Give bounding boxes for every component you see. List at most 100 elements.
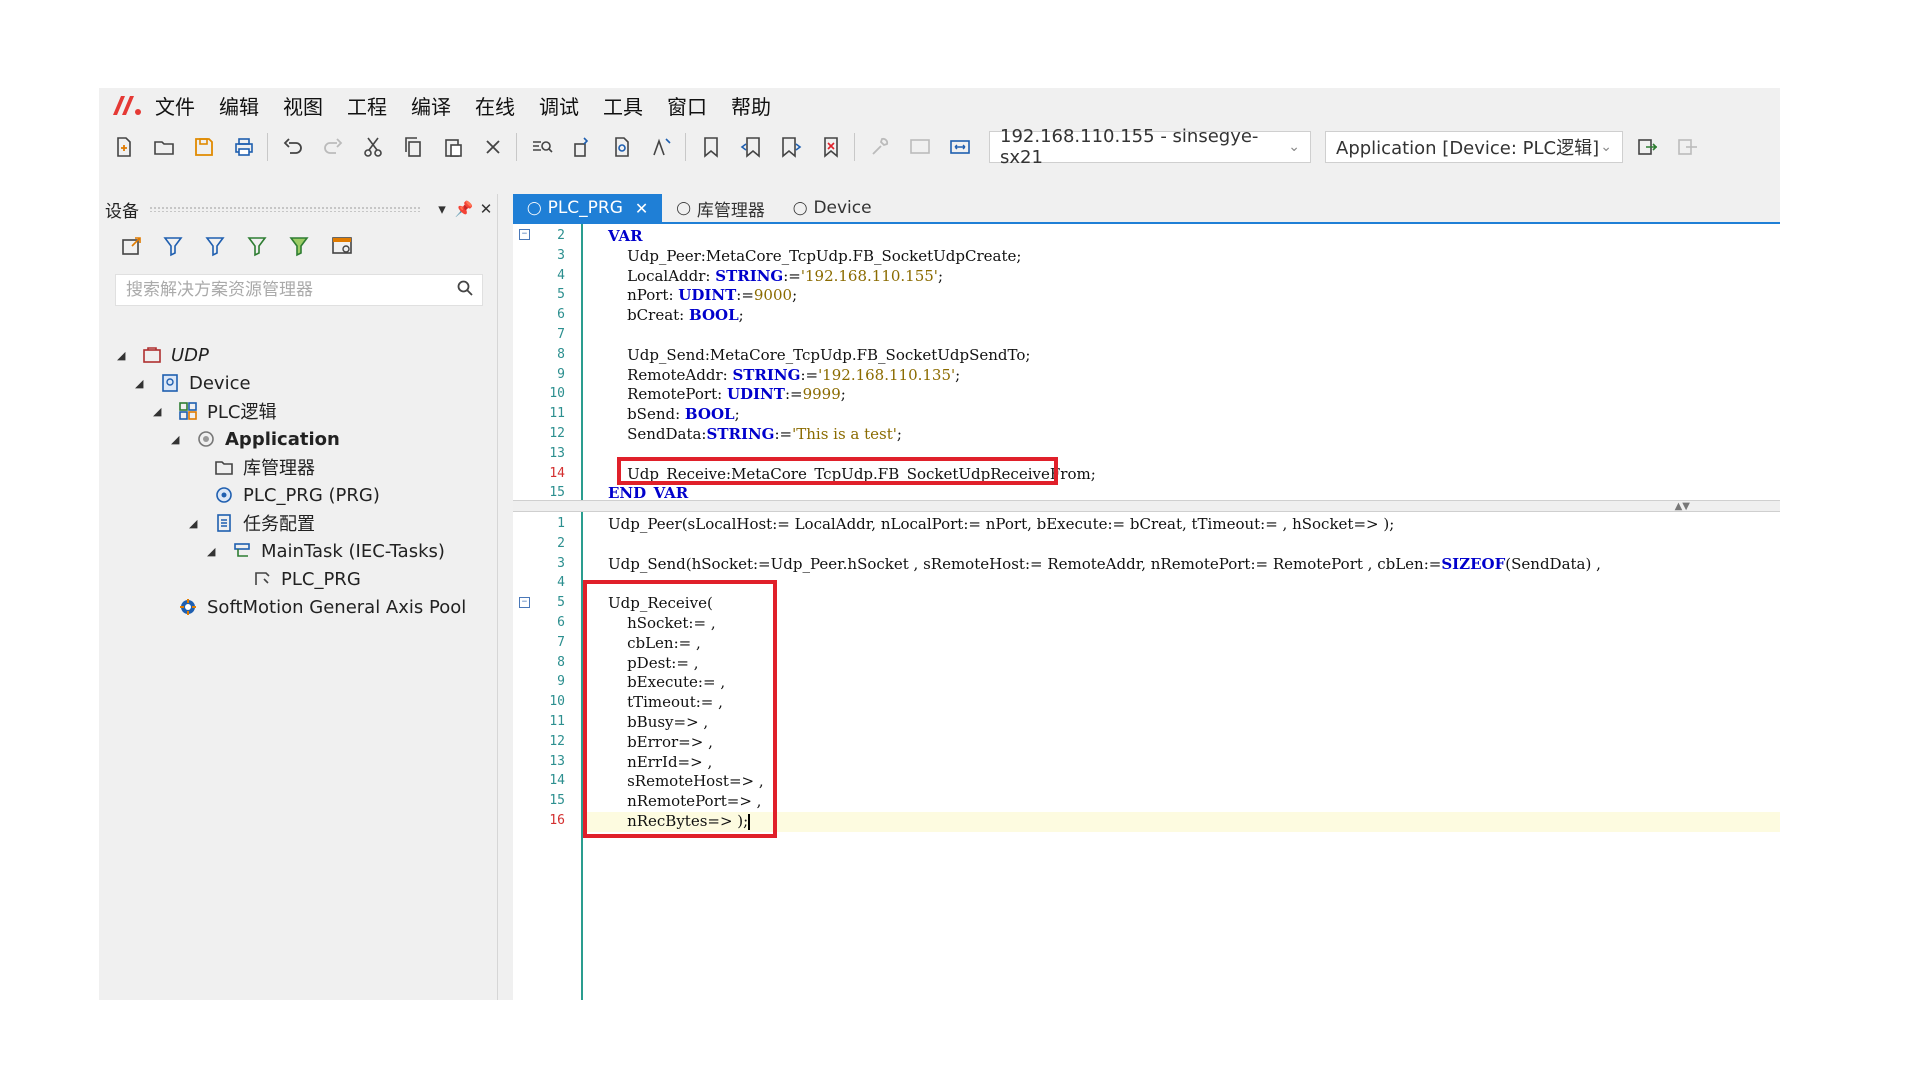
tree-item-plc-logic[interactable]: ◢ PLC逻辑 [153,396,276,426]
application-select[interactable]: Application [Device: PLC逻辑] ⌄ [1325,131,1623,163]
code-line[interactable]: SendData:STRING:='This is a test'; [608,424,902,444]
close-icon[interactable]: ✕ [475,200,497,218]
code-line[interactable]: Udp_Peer(sLocalHost:= LocalAddr, nLocalP… [608,514,1394,534]
tree-item-application[interactable]: ◢ Application [171,424,340,454]
line-number: 15 [549,793,565,809]
tree-item-task-config[interactable]: ◢ 任务配置 [189,508,315,538]
replace-text-icon[interactable] [647,132,677,162]
tree-item-plc-prg[interactable]: PLC_PRG (PRG) [213,480,380,510]
code-line[interactable]: Udp_Send:MetaCore_TcpUdp.FB_SocketUdpSen… [608,345,1030,365]
new-file-icon[interactable] [109,132,139,162]
menu-build[interactable]: 编译 [411,91,451,120]
filter-icon[interactable] [159,231,189,261]
expand-arrow-icon[interactable]: ◢ [135,377,149,390]
expand-arrow-icon[interactable]: ◢ [117,349,131,362]
find-in-doc-icon[interactable] [607,132,637,162]
tree-item-library-manager[interactable]: 库管理器 [213,452,315,482]
build-tool-icon[interactable] [865,132,895,162]
tab-library-manager[interactable]: ◯ 库管理器 [662,194,779,222]
scan-network-icon[interactable] [945,132,975,162]
menu-file[interactable]: 文件 [155,91,195,120]
filter-icon[interactable] [201,231,231,261]
tree-item-udp[interactable]: ◢ UDP [117,340,209,370]
expand-arrow-icon[interactable]: ◢ [189,517,203,530]
semicolon: ; [937,266,943,285]
code-line[interactable]: bCreat: BOOL; [608,305,744,325]
redo-icon[interactable] [318,132,348,162]
tree-item-axis-pool[interactable]: SoftMotion General Axis Pool [177,592,466,622]
pin-icon[interactable]: 📌 [453,200,475,218]
menu-debug[interactable]: 调试 [539,91,579,120]
tree-item-label: PLC逻辑 [207,402,277,423]
code-line[interactable]: nPort: UDINT:=9000; [608,285,797,305]
clear-bookmarks-icon[interactable] [816,132,846,162]
delete-icon[interactable] [478,132,508,162]
device-address-select[interactable]: 192.168.110.155 - sinsegye-sx21 ⌄ [989,126,1311,168]
expand-arrow-icon[interactable]: ◢ [207,545,221,558]
code-line[interactable]: VAR [608,226,643,246]
menu-tools[interactable]: 工具 [603,91,643,120]
menu-help[interactable]: 帮助 [731,91,771,120]
implementation-pane[interactable]: − Udp_Peer(sLocalHost:= LocalAddr, nLoca… [513,512,1780,1000]
menu-edit[interactable]: 编辑 [219,91,259,120]
device-address-value: 192.168.110.155 - sinsegye-sx21 [1000,126,1259,168]
tab-plc-prg[interactable]: ◯ PLC_PRG ✕ [513,194,663,222]
fold-toggle-icon[interactable]: − [519,229,530,240]
semicolon: ; [738,306,744,325]
tree-item-plc-prg-call[interactable]: PLC_PRG [251,564,361,594]
declaration-pane[interactable]: − VAR Udp_Peer:MetaCore_TcpUdp.FB_Socket… [513,224,1780,500]
collapse-arrows-icon[interactable]: ▲▼ [1675,501,1690,512]
code-line[interactable]: LocalAddr: STRING:='192.168.110.155'; [608,266,943,286]
code-line[interactable]: bSend: BOOL; [608,404,740,424]
code-line[interactable]: END_VAR [608,483,688,500]
tab-label: PLC_PRG [547,198,623,218]
paste-icon[interactable] [438,132,468,162]
export-icon[interactable] [117,231,147,261]
keyword: UDINT [678,286,737,305]
menu-project[interactable]: 工程 [347,91,387,120]
code-line[interactable]: RemoteAddr: STRING:='192.168.110.135'; [608,365,960,385]
pane-splitter[interactable]: ▲▼ [513,500,1780,512]
next-bookmark-icon[interactable] [776,132,806,162]
panel-grip[interactable] [149,206,421,212]
filter-icon[interactable] [285,231,315,261]
menu-view[interactable]: 视图 [283,91,323,120]
semicolon: ; [734,405,740,424]
open-folder-icon[interactable] [149,132,179,162]
solution-search-box[interactable] [115,274,483,306]
search-icon[interactable] [456,279,474,301]
tag-icon: ◯ [792,200,808,216]
dropdown-arrow-icon[interactable]: ▾ [431,200,453,218]
search-input[interactable] [124,279,456,301]
print-icon[interactable] [229,132,259,162]
close-icon[interactable]: ✕ [635,199,648,218]
cut-icon[interactable] [358,132,388,162]
code-line[interactable]: Udp_Send(hSocket:=Udp_Peer.hSocket , sRe… [608,554,1601,574]
expand-arrow-icon[interactable]: ◢ [171,433,185,446]
expand-arrow-icon[interactable]: ◢ [153,405,167,418]
undo-icon[interactable] [278,132,308,162]
login-icon[interactable] [1633,132,1663,162]
tree-item-device[interactable]: ◢ Device [135,368,251,398]
axis-pool-icon [177,596,199,618]
bookmark-icon[interactable] [696,132,726,162]
prev-bookmark-icon[interactable] [736,132,766,162]
code-line[interactable]: RemotePort: UDINT:=9999; [608,384,846,404]
filter-icon[interactable] [243,231,273,261]
menu-window[interactable]: 窗口 [667,91,707,120]
settings-window-icon[interactable] [327,231,357,261]
line-number: 8 [557,654,565,670]
fold-toggle-icon[interactable]: − [519,597,530,608]
tab-device[interactable]: ◯ Device [779,194,886,222]
tree-item-maintask[interactable]: ◢ MainTask (IEC-Tasks) [207,536,445,566]
monitor-icon[interactable] [905,132,935,162]
semicolon: ; [896,425,902,443]
find-icon[interactable] [527,132,557,162]
keyword: STRING [715,266,784,285]
menu-online[interactable]: 在线 [475,91,515,120]
save-icon[interactable] [189,132,219,162]
replace-icon[interactable] [567,132,597,162]
copy-icon[interactable] [398,132,428,162]
code-line[interactable]: Udp_Peer:MetaCore_TcpUdp.FB_SocketUdpCre… [608,246,1021,266]
logout-icon[interactable] [1673,132,1703,162]
